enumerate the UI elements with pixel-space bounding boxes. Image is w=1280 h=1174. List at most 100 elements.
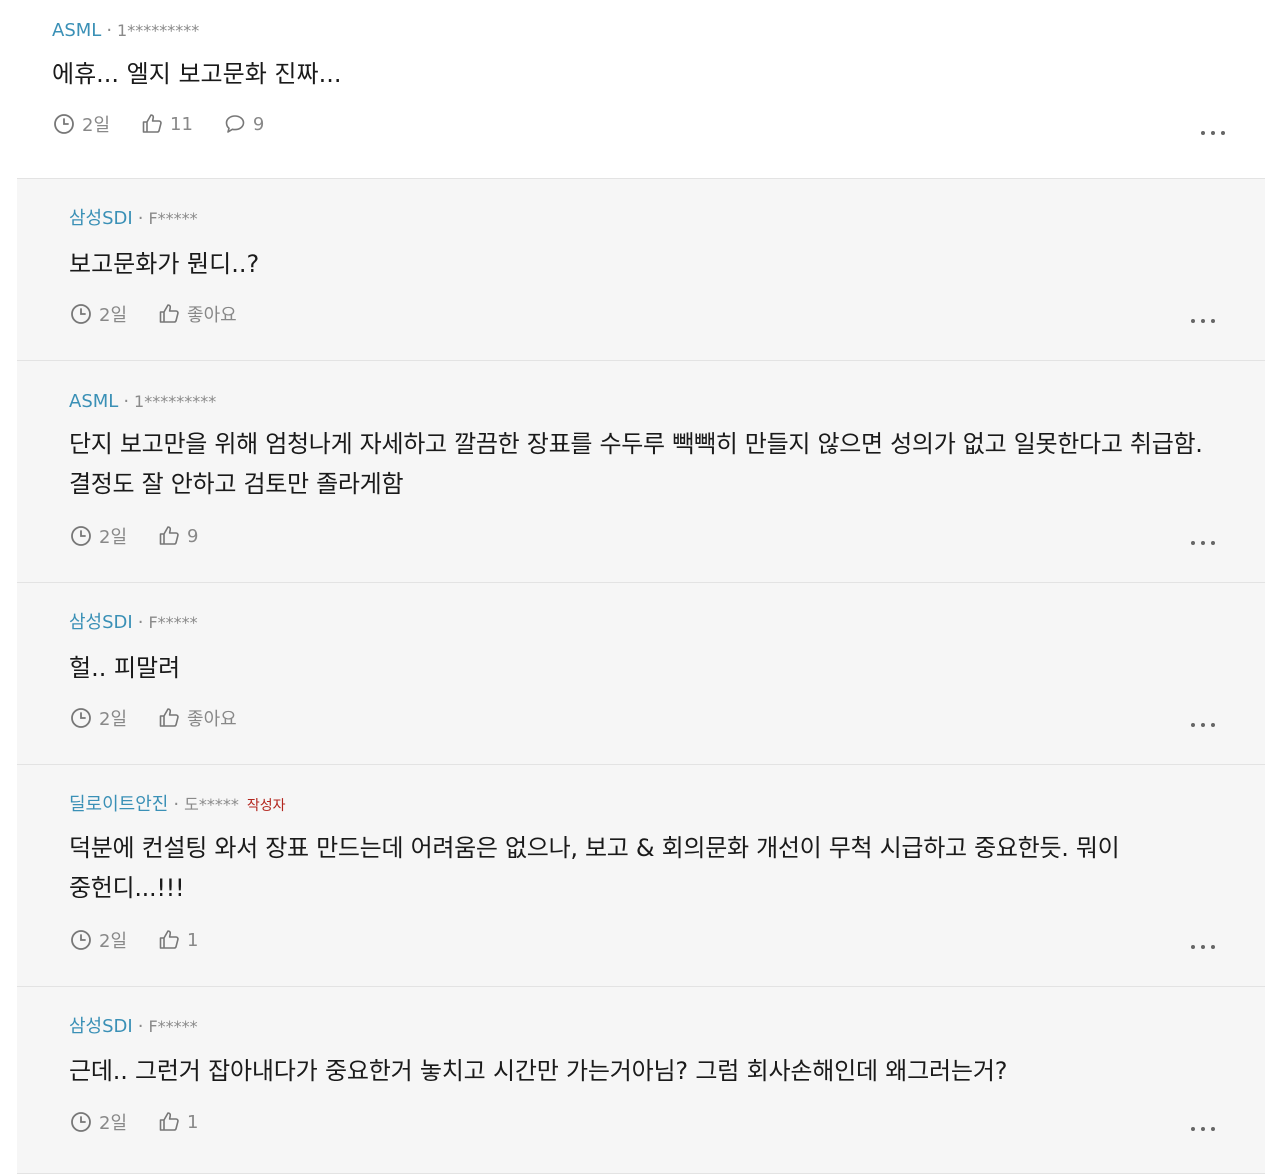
time-label: 2일 bbox=[99, 1113, 128, 1134]
thumbs-up-icon bbox=[159, 708, 179, 727]
like-count: 1 bbox=[187, 929, 199, 951]
company-name[interactable]: 딜로이트안진 bbox=[69, 793, 168, 817]
more-dot bbox=[1201, 541, 1205, 545]
comment-text: 헐.. 피말려 bbox=[69, 654, 181, 682]
user-name: 도***** bbox=[184, 795, 239, 814]
meta-separator: · bbox=[137, 208, 144, 229]
comment-actions: 2일 9 bbox=[69, 521, 1215, 551]
like-button[interactable]: 좋아요 bbox=[157, 301, 237, 327]
time-info: 2일 bbox=[69, 705, 127, 731]
author-badge: 작성자 bbox=[246, 798, 286, 814]
time-label: 2일 bbox=[99, 931, 128, 952]
more-button[interactable] bbox=[1191, 935, 1215, 959]
thumbs-up-icon bbox=[159, 1112, 179, 1131]
comment-meta: ASML · 1********* bbox=[69, 390, 1215, 414]
comment-actions: 2일 1 bbox=[69, 925, 1215, 955]
meta-separator: · bbox=[137, 612, 144, 633]
more-dot bbox=[1201, 1127, 1205, 1131]
more-dot bbox=[1191, 319, 1195, 323]
comment-meta: 삼성SDI · F***** bbox=[69, 611, 1215, 635]
company-name[interactable]: ASML bbox=[69, 390, 118, 414]
more-dot bbox=[1201, 319, 1205, 323]
more-button[interactable] bbox=[1191, 531, 1215, 555]
user-name: 1********* bbox=[134, 392, 217, 411]
reply-comment: 삼성SDI · F***** 보고문화가 뭔디..? 2일 좋아요 bbox=[17, 178, 1265, 360]
time-label: 2일 bbox=[99, 527, 128, 548]
thumbs-up-icon bbox=[159, 304, 179, 323]
thumbs-up-icon bbox=[159, 526, 179, 545]
comment-meta: 삼성SDI · F***** bbox=[69, 207, 1215, 231]
meta-separator: · bbox=[106, 20, 113, 41]
time-label: 2일 bbox=[82, 115, 111, 136]
like-count: 좋아요 bbox=[187, 305, 237, 326]
thumbs-up-icon bbox=[159, 930, 179, 949]
clock-icon bbox=[71, 930, 91, 950]
more-dot bbox=[1221, 131, 1225, 135]
more-dot bbox=[1191, 1127, 1195, 1131]
clock-icon bbox=[71, 526, 91, 546]
more-dot bbox=[1201, 945, 1205, 949]
comment-thread: ASML · 1********* 에휴... 엘지 보고문화 진짜... 2일… bbox=[0, 0, 1280, 1174]
more-button[interactable] bbox=[1191, 713, 1215, 737]
time-info: 2일 bbox=[69, 523, 127, 549]
like-count: 좋아요 bbox=[187, 709, 237, 730]
company-name[interactable]: 삼성SDI bbox=[69, 1015, 133, 1039]
like-count: 11 bbox=[170, 113, 193, 135]
like-button[interactable]: 좋아요 bbox=[157, 705, 237, 731]
comment-meta: 딜로이트안진 · 도***** 작성자 bbox=[69, 793, 1215, 817]
comment-meta: 삼성SDI · F***** bbox=[69, 1015, 1215, 1039]
like-button[interactable]: 1 bbox=[157, 1110, 198, 1134]
reply-comment: 삼성SDI · F***** 헐.. 피말려 2일 좋아요 bbox=[17, 582, 1265, 764]
time-info: 2일 bbox=[69, 927, 127, 953]
comment-actions: 2일 11 9 bbox=[52, 109, 1228, 139]
company-name[interactable]: 삼성SDI bbox=[69, 207, 133, 231]
more-dot bbox=[1191, 945, 1195, 949]
comment: ASML · 1********* 에휴... 엘지 보고문화 진짜... 2일… bbox=[0, 0, 1280, 178]
time-info: 2일 bbox=[69, 301, 127, 327]
meta-separator: · bbox=[123, 391, 130, 412]
reply-comment: 삼성SDI · F***** 근데.. 그런거 잡아내다가 중요한거 놓치고 시… bbox=[17, 986, 1265, 1174]
user-name: F***** bbox=[148, 1017, 198, 1036]
clock-icon bbox=[71, 304, 91, 324]
comment-text: 덕분에 컨설팅 와서 장표 만드는데 어려움은 없으나, 보고 & 회의문화 개… bbox=[69, 834, 1120, 902]
like-button[interactable]: 9 bbox=[157, 524, 198, 548]
like-button[interactable]: 11 bbox=[140, 112, 193, 136]
comment-text: 근데.. 그런거 잡아내다가 중요한거 놓치고 시간만 가는거아님? 그럼 회사… bbox=[69, 1057, 1008, 1085]
company-name[interactable]: 삼성SDI bbox=[69, 611, 133, 635]
meta-separator: · bbox=[137, 1016, 144, 1037]
comment-text: 보고문화가 뭔디..? bbox=[69, 250, 260, 278]
like-button[interactable]: 1 bbox=[157, 928, 198, 952]
more-dot bbox=[1201, 723, 1205, 727]
clock-icon bbox=[71, 708, 91, 728]
company-name[interactable]: ASML bbox=[52, 19, 101, 43]
more-dot bbox=[1211, 319, 1215, 323]
reply-count: 9 bbox=[252, 113, 265, 135]
time-label: 2일 bbox=[99, 305, 128, 326]
reply-button[interactable]: 9 bbox=[223, 112, 264, 136]
comment-actions: 2일 좋아요 bbox=[69, 299, 1215, 329]
user-name: F***** bbox=[148, 613, 198, 632]
comment-actions: 2일 좋아요 bbox=[69, 703, 1215, 733]
time-label: 2일 bbox=[99, 709, 128, 730]
more-dot bbox=[1201, 131, 1205, 135]
time-info: 2일 bbox=[52, 111, 110, 137]
speech-bubble-icon bbox=[225, 115, 245, 133]
more-dot bbox=[1211, 723, 1215, 727]
time-info: 2일 bbox=[69, 1109, 127, 1135]
comment-text: 단지 보고만을 위해 엄청나게 자세하고 깔끔한 장표를 수두루 빽빽히 만들지… bbox=[69, 430, 1203, 498]
comment-meta: ASML · 1********* bbox=[52, 19, 1228, 43]
thumbs-up-icon bbox=[142, 114, 162, 133]
more-button[interactable] bbox=[1201, 121, 1225, 145]
user-name: F***** bbox=[148, 209, 198, 228]
more-dot bbox=[1211, 1127, 1215, 1131]
more-dot bbox=[1191, 541, 1195, 545]
more-button[interactable] bbox=[1191, 309, 1215, 333]
clock-icon bbox=[71, 1112, 91, 1132]
more-dot bbox=[1211, 541, 1215, 545]
meta-separator: · bbox=[173, 794, 180, 815]
more-dot bbox=[1211, 945, 1215, 949]
clock-icon bbox=[54, 114, 74, 134]
reply-comment: 딜로이트안진 · 도***** 작성자 덕분에 컨설팅 와서 장표 만드는데 어… bbox=[17, 764, 1265, 986]
more-button[interactable] bbox=[1191, 1117, 1215, 1141]
more-dot bbox=[1191, 723, 1195, 727]
